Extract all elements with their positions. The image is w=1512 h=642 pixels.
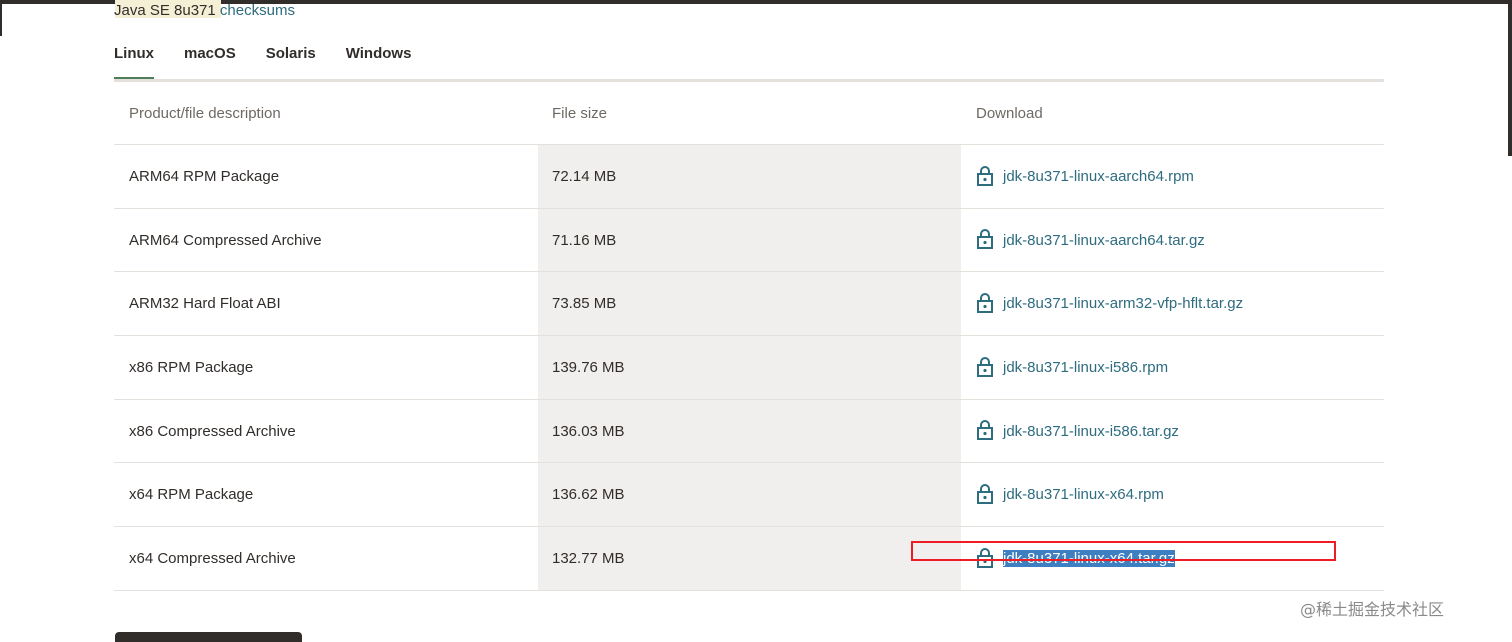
watermark: @稀土掘金技术社区 [1300,600,1445,619]
row-description: x64 Compressed Archive [129,550,296,567]
header-file-size: File size [552,104,608,122]
tab-linux[interactable]: Linux [114,44,154,80]
checksums-link[interactable]: checksums [220,2,295,19]
table-header-row: Product/file description File size Downl… [114,82,1384,145]
row-file-size: 139.76 MB [552,359,625,376]
table-row: x86 RPM Package 139.76 MB jdk-8u371-linu… [114,336,1384,400]
download-link[interactable]: jdk-8u371-linux-i586.rpm [1003,359,1168,376]
table-row: x86 Compressed Archive 136.03 MB jdk-8u3… [114,400,1384,463]
os-tabs: Linux macOS Solaris Windows [114,44,441,80]
download-link[interactable]: jdk-8u371-linux-aarch64.rpm [1003,168,1194,185]
row-download: jdk-8u371-linux-arm32-vfp-hflt.tar.gz [976,272,1243,335]
lock-icon [976,292,994,314]
table-row: ARM32 Hard Float ABI 73.85 MB jdk-8u371-… [114,272,1384,336]
table-row: ARM64 Compressed Archive 71.16 MB jdk-8u… [114,209,1384,272]
row-file-size: 73.85 MB [552,295,617,312]
download-link[interactable]: jdk-8u371-linux-aarch64.tar.gz [1003,232,1205,249]
row-file-size: 136.62 MB [552,486,625,503]
tab-solaris[interactable]: Solaris [266,44,316,80]
lock-icon [976,356,994,378]
row-download: jdk-8u371-linux-aarch64.rpm [976,145,1194,208]
version-label: Java SE 8u371 [114,2,216,19]
row-file-size: 71.16 MB [552,231,617,249]
row-file-size: 72.14 MB [552,168,617,185]
row-description: x86 RPM Package [129,359,254,376]
annotation-highlight-box [911,541,1336,561]
version-line: Java SE 8u371 checksums [114,2,295,20]
header-description: Product/file description [129,104,281,122]
row-file-size: 136.03 MB [552,422,625,440]
lock-icon [976,483,994,505]
tab-macos[interactable]: macOS [184,44,236,80]
lock-icon [976,165,994,187]
header-download: Download [976,104,1043,122]
row-description: x64 RPM Package [129,486,254,503]
row-download: jdk-8u371-linux-i586.tar.gz [976,400,1179,462]
download-link[interactable]: jdk-8u371-linux-i586.tar.gz [1003,423,1179,440]
row-download: jdk-8u371-linux-x64.rpm [976,463,1164,526]
window-right-edge [1508,0,1512,156]
download-link[interactable]: jdk-8u371-linux-arm32-vfp-hflt.tar.gz [1003,295,1243,312]
row-description: x86 Compressed Archive [129,422,296,440]
tab-windows[interactable]: Windows [346,44,412,80]
window-left-edge [0,0,2,36]
lock-icon [976,228,994,250]
lock-icon [976,419,994,441]
download-link[interactable]: jdk-8u371-linux-x64.rpm [1003,486,1164,503]
row-download: jdk-8u371-linux-i586.rpm [976,336,1168,399]
row-description: ARM32 Hard Float ABI [129,295,281,312]
partially-visible-button[interactable] [115,632,302,642]
table-row: x64 RPM Package 136.62 MB jdk-8u371-linu… [114,463,1384,527]
row-description: ARM64 Compressed Archive [129,231,322,249]
row-download: jdk-8u371-linux-aarch64.tar.gz [976,209,1205,271]
table-row: ARM64 RPM Package 72.14 MB jdk-8u371-lin… [114,145,1384,209]
row-file-size: 132.77 MB [552,550,625,567]
row-description: ARM64 RPM Package [129,168,280,185]
